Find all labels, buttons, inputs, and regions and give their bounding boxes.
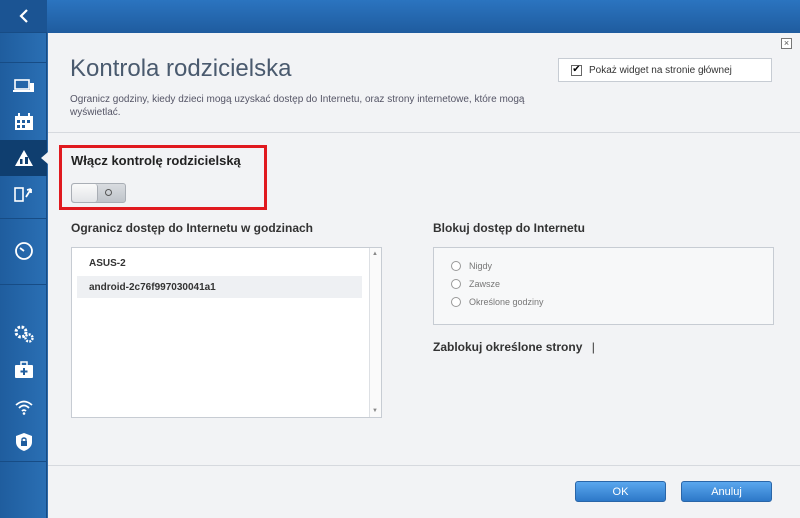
block-internet-heading: Blokuj dostęp do Internetu [433, 221, 585, 235]
sidebar-item-troubleshooting[interactable] [0, 352, 47, 388]
speedtest-icon [14, 242, 33, 260]
parental-control-icon [14, 150, 33, 166]
radio-label: Zawsze [469, 279, 501, 289]
show-widget-option[interactable]: ✔ Pokaż widget na stronie głównej [558, 58, 772, 82]
sidebar-item-security[interactable] [0, 424, 47, 460]
back-button[interactable] [0, 0, 47, 33]
device-list[interactable]: ASUS-2 android-2c76f997030041a1 ▲ ▼ [71, 247, 382, 418]
cancel-button[interactable]: Anuluj [681, 481, 772, 502]
page-description: Ogranicz godziny, kiedy dzieci mogą uzys… [70, 94, 525, 118]
sidebar-item-priority[interactable] [0, 176, 47, 212]
ok-button[interactable]: OK [575, 481, 666, 502]
chevron-left-icon [18, 9, 28, 23]
block-internet-options: Nigdy Zawsze Określone godziny [433, 247, 774, 325]
show-widget-checkbox[interactable]: ✔ [571, 64, 582, 76]
sidebar-separator [0, 218, 47, 219]
sidebar-separator [0, 461, 47, 462]
page-title: Kontrola rodzicielska [70, 55, 292, 82]
divider [48, 132, 800, 133]
sidebar-item-parental-control[interactable] [0, 140, 48, 176]
parental-control-dialog: × Kontrola rodzicielska Ogranicz godziny… [48, 33, 800, 518]
devices-icon [12, 79, 34, 92]
device-list-scrollbar[interactable]: ▲ ▼ [369, 248, 381, 417]
radio-button[interactable] [451, 297, 461, 307]
enable-parental-control-label: Włącz kontrolę rodzicielską [71, 153, 241, 168]
divider [48, 465, 800, 466]
list-item-device-0[interactable]: ASUS-2 [77, 252, 362, 274]
radio-button[interactable] [451, 279, 461, 289]
first-aid-icon [14, 361, 33, 378]
sidebar-separator [0, 62, 47, 63]
close-icon[interactable]: × [781, 38, 792, 49]
sidebar-separator [0, 284, 47, 285]
text-cursor: | [591, 340, 595, 354]
radio-option-always[interactable]: Zawsze [451, 279, 500, 289]
sidebar [0, 0, 48, 518]
sidebar-item-schedule[interactable] [0, 104, 47, 140]
toggle-off-icon [105, 189, 112, 196]
toggle-knob[interactable] [72, 184, 98, 202]
enable-parental-control-toggle[interactable] [71, 183, 126, 203]
block-sites-heading: Zablokuj określone strony | [433, 340, 595, 354]
radio-label: Nigdy [469, 261, 493, 271]
scroll-down-icon[interactable]: ▼ [372, 408, 378, 414]
scroll-up-icon[interactable]: ▲ [372, 251, 378, 257]
top-header-band [0, 0, 800, 33]
security-icon [15, 433, 32, 451]
list-item-device-1[interactable]: android-2c76f997030041a1 [77, 276, 362, 298]
wifi-icon [14, 400, 33, 415]
calendar-icon [14, 113, 33, 130]
sidebar-item-settings[interactable] [0, 316, 47, 352]
radio-button[interactable] [451, 261, 461, 271]
block-sites-label: Zablokuj określone strony [433, 340, 583, 354]
radio-option-specific-hours[interactable]: Określone godziny [451, 297, 544, 307]
settings-icon [14, 325, 34, 343]
sidebar-item-speedtest[interactable] [0, 233, 47, 269]
restrict-hours-heading: Ogranicz dostęp do Internetu w godzinach [71, 221, 314, 235]
radio-label: Określone godziny [469, 297, 544, 307]
priority-icon [13, 187, 32, 202]
sidebar-item-wireless[interactable] [0, 389, 47, 425]
radio-option-never[interactable]: Nigdy [451, 261, 492, 271]
show-widget-label: Pokaż widget na stronie głównej [589, 64, 732, 76]
sidebar-item-devices[interactable] [0, 68, 47, 104]
